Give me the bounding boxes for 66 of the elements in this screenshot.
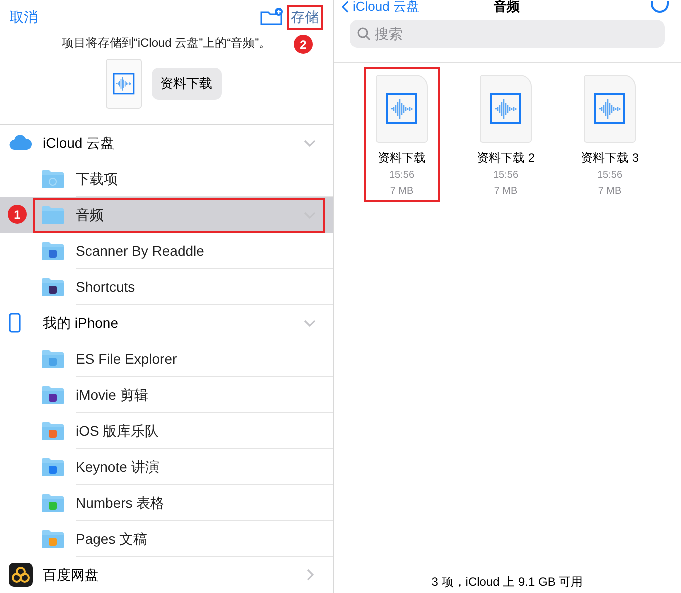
- folder-row[interactable]: Shortcuts: [0, 269, 333, 305]
- cancel-button[interactable]: 取消: [10, 6, 38, 28]
- app-icon: [9, 563, 33, 587]
- location-name[interactable]: iCloud 云盘: [43, 132, 303, 154]
- status-text: 3 项，iCloud 上 9.1 GB 可用: [432, 574, 584, 591]
- audio-wave-icon: [386, 93, 418, 125]
- folder-row[interactable]: Keynote 讲演: [0, 449, 333, 485]
- cloud-icon: [9, 135, 33, 151]
- callout-number: 2: [294, 35, 313, 54]
- folder-icon: [41, 421, 65, 441]
- folder-row[interactable]: iMovie 剪辑: [0, 377, 333, 413]
- back-chevron-icon[interactable]: [342, 1, 349, 13]
- folder-row[interactable]: Pages 文稿: [0, 521, 333, 557]
- folder-name: ES File Explorer: [76, 350, 178, 369]
- file-size: 7 MB: [494, 185, 518, 199]
- file-time: 15:56: [493, 169, 519, 183]
- file-name: 资料下载 2: [476, 150, 535, 167]
- audio-wave-icon: [594, 93, 626, 125]
- phone-icon: [9, 313, 21, 333]
- location-name[interactable]: 百度网盘: [43, 564, 303, 586]
- file-time: 15:56: [389, 169, 415, 183]
- folder-name: iOS 版库乐队: [76, 422, 160, 440]
- back-button[interactable]: iCloud 云盘: [353, 0, 433, 14]
- file-size: 7 MB: [390, 185, 414, 199]
- save-button[interactable]: 存储: [289, 6, 321, 28]
- file-item[interactable]: 资料下载 2 15:56 7 MB: [470, 69, 542, 200]
- folder-icon: [41, 385, 65, 405]
- folder-icon: [41, 277, 65, 297]
- folder-title: 音频: [493, 0, 521, 14]
- file-time: 15:56: [597, 169, 623, 183]
- file-name-field[interactable]: 资料下载: [152, 68, 222, 100]
- folder-name: iMovie 剪辑: [76, 386, 150, 404]
- location-name[interactable]: 我的 iPhone: [43, 312, 303, 334]
- folder-name: Pages 文稿: [76, 530, 149, 549]
- folder-name: Scanner By Readdle: [76, 242, 206, 261]
- file-item[interactable]: 资料下载 15:56 7 MB: [366, 69, 438, 200]
- audio-wave-icon: [112, 73, 134, 95]
- folder-row[interactable]: iOS 版库乐队: [0, 413, 333, 449]
- folder-icon: [41, 169, 65, 189]
- search-field[interactable]: 搜索: [350, 20, 665, 48]
- folder-row[interactable]: 下载项: [0, 161, 333, 197]
- audio-wave-icon: [490, 93, 522, 125]
- file-name: 资料下载: [378, 150, 426, 167]
- folder-icon: [41, 493, 65, 513]
- save-message: 项目将存储到“iCloud 云盘”上的“音频”。: [62, 35, 272, 52]
- folder-name: Keynote 讲演: [76, 458, 160, 477]
- new-folder-icon[interactable]: [260, 8, 284, 26]
- folder-icon: [41, 529, 65, 549]
- folder-name: 下载项: [76, 170, 119, 188]
- search-input[interactable]: 搜索: [375, 24, 658, 44]
- folder-icon: [41, 241, 65, 261]
- file-size: 7 MB: [598, 185, 622, 199]
- folder-row[interactable]: Numbers 表格: [0, 485, 333, 521]
- file-item[interactable]: 资料下载 3 15:56 7 MB: [574, 69, 646, 200]
- folder-row[interactable]: 1 音频: [0, 197, 333, 233]
- folder-name: Shortcuts: [76, 278, 136, 296]
- search-icon: [357, 27, 371, 41]
- folder-icon: [41, 205, 65, 225]
- callout-number: 1: [8, 205, 27, 224]
- folder-row[interactable]: Scanner By Readdle: [0, 233, 333, 269]
- folder-icon: [41, 349, 65, 369]
- folder-name: 音频: [76, 206, 105, 224]
- folder-row[interactable]: ES File Explorer: [0, 341, 333, 377]
- file-name: 资料下载 3: [580, 150, 639, 167]
- folder-name: Numbers 表格: [76, 494, 166, 512]
- folder-icon: [41, 457, 65, 477]
